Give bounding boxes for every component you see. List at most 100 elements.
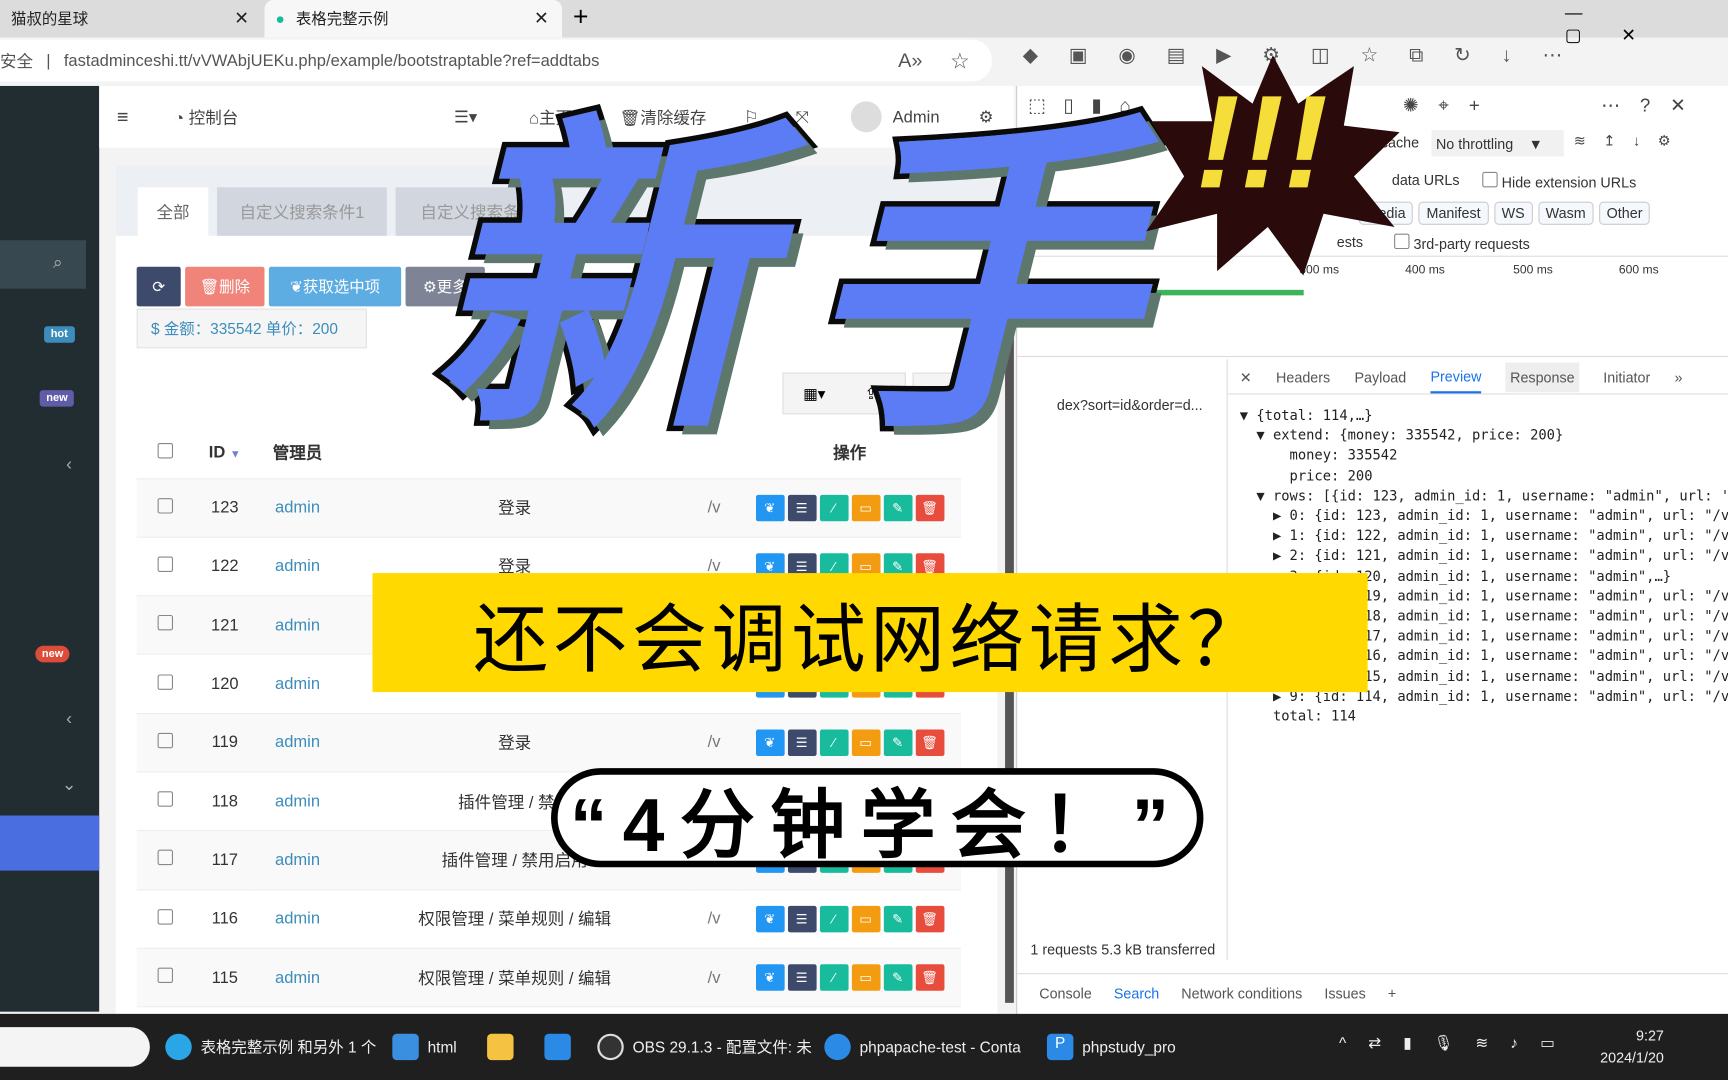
tab-preview[interactable]: Preview: [1430, 361, 1482, 394]
drawer-network-conditions[interactable]: Network conditions: [1181, 985, 1302, 1002]
read-aloud-icon[interactable]: A»: [898, 49, 922, 72]
json-line[interactable]: total: 114: [1240, 706, 1728, 726]
star-icon[interactable]: ☆: [950, 47, 970, 75]
close-icon[interactable]: ✕: [234, 8, 249, 30]
hide-data-urls[interactable]: data URLs: [1392, 172, 1460, 189]
action-button-2[interactable]: ⁄: [819, 905, 849, 933]
action-button-5[interactable]: 🗑: [915, 729, 944, 756]
json-line[interactable]: ▼ extend: {money: 335542, price: 200}: [1240, 426, 1728, 446]
row-select[interactable]: [136, 478, 194, 538]
action-button-2[interactable]: ⁄: [819, 964, 849, 991]
action-button-0[interactable]: ❦: [755, 494, 785, 521]
system-tray[interactable]: ^⇄▮🎙≋♪▭: [1339, 1034, 1577, 1053]
folder-icon[interactable]: [487, 1033, 514, 1061]
cell-admin[interactable]: admin: [255, 889, 340, 949]
checkbox[interactable]: [157, 556, 174, 572]
drawer-console[interactable]: Console: [1039, 985, 1092, 1002]
row-select[interactable]: [136, 948, 194, 1008]
action-button-2[interactable]: ⁄: [819, 494, 849, 521]
filter-ws[interactable]: WS: [1493, 201, 1533, 225]
third-party-requests[interactable]: 3rd-party requests: [1394, 233, 1530, 252]
browser-tab-active[interactable]: ● 表格完整示例 ✕: [264, 0, 563, 38]
checkbox[interactable]: [157, 967, 174, 984]
action-button-1[interactable]: ☰: [787, 494, 817, 521]
tab-custom-search-1[interactable]: 自定义搜索条件1: [217, 187, 387, 236]
checkbox[interactable]: [157, 442, 174, 459]
taskbar-item-html[interactable]: html: [392, 1033, 457, 1061]
cell-admin[interactable]: admin: [255, 771, 340, 832]
browser-tab[interactable]: 猫叔的星球 ✕: [0, 0, 263, 38]
checkbox[interactable]: [157, 673, 174, 690]
url-text[interactable]: fastadminceshi.tt/vVWAbjUEKu.php/example…: [64, 51, 600, 70]
col-id[interactable]: ID ▼: [193, 427, 256, 479]
col-admin[interactable]: 管理员: [255, 427, 340, 479]
action-button-0[interactable]: ❦: [755, 905, 785, 933]
devtools-tools-icons[interactable]: ✺⌖+: [1403, 95, 1500, 117]
select-all[interactable]: [136, 427, 194, 479]
table-row[interactable]: 116 admin 权限管理 / 菜单规则 / 编辑 /v ❦ ☰ ⁄ ▭ ✎ 🗑: [136, 889, 961, 949]
drawer-issues[interactable]: Issues: [1324, 985, 1365, 1002]
checkbox[interactable]: [1394, 233, 1410, 250]
table-row[interactable]: 123 admin 登录 /v ❦ ☰ ⁄ ▭ ✎ 🗑: [136, 478, 961, 538]
more-tabs-icon[interactable]: »: [1675, 369, 1683, 386]
action-button-3[interactable]: ▭: [851, 964, 880, 991]
json-line[interactable]: ▶ 1: {id: 122, admin_id: 1, username: "a…: [1240, 526, 1728, 546]
action-button-4[interactable]: ✎: [883, 905, 912, 933]
tab-response[interactable]: Response: [1505, 362, 1580, 393]
cell-admin[interactable]: admin: [255, 948, 340, 1008]
action-button-0[interactable]: ❦: [755, 729, 785, 756]
action-button-4[interactable]: ✎: [883, 729, 912, 756]
chevron-down-icon[interactable]: ⌄: [62, 774, 77, 796]
filter-wasm[interactable]: Wasm: [1537, 201, 1594, 225]
clock[interactable]: 9:27 2024/1/20: [1600, 1025, 1664, 1069]
nav-dashboard[interactable]: ◔ 控制台: [174, 105, 238, 128]
action-button-3[interactable]: ▭: [851, 905, 880, 933]
json-line[interactable]: ▶ 0: {id: 123, admin_id: 1, username: "a…: [1240, 506, 1728, 526]
checkbox[interactable]: [157, 908, 174, 925]
json-line[interactable]: ▼ rows: [{id: 123, admin_id: 1, username…: [1240, 486, 1728, 506]
row-select[interactable]: [136, 771, 194, 832]
action-button-4[interactable]: ✎: [883, 494, 912, 521]
action-button-1[interactable]: ☰: [787, 729, 817, 756]
taskbar-search[interactable]: [0, 1027, 150, 1067]
network-icons[interactable]: ≋↥↓⚙: [1574, 132, 1689, 150]
delete-button[interactable]: 🗑 删除: [185, 266, 265, 307]
row-select[interactable]: [136, 830, 194, 890]
tab-all[interactable]: 全部: [137, 187, 209, 236]
refresh-button[interactable]: ⟳: [136, 266, 181, 307]
throttling-select[interactable]: No throttling ▼: [1431, 130, 1564, 157]
taskbar-item-obs[interactable]: OBS 29.1.3 - 配置文件: 未: [597, 1033, 812, 1061]
sidebar-item-active[interactable]: [0, 815, 100, 871]
action-button-3[interactable]: ▭: [851, 494, 880, 521]
checkbox[interactable]: [157, 615, 174, 631]
chevron-left-icon[interactable]: ‹: [66, 455, 72, 475]
chevron-left-icon[interactable]: ‹: [66, 710, 72, 730]
cell-admin[interactable]: admin: [255, 478, 340, 538]
row-select[interactable]: [136, 595, 194, 656]
cell-admin[interactable]: admin: [255, 654, 340, 714]
tab-initiator[interactable]: Initiator: [1603, 369, 1650, 386]
checkbox[interactable]: [157, 791, 174, 807]
tab-headers[interactable]: Headers: [1276, 369, 1330, 386]
taskbar-item-phpstudy[interactable]: Pphpstudy_pro: [1046, 1033, 1176, 1061]
tab-payload[interactable]: Payload: [1354, 369, 1406, 386]
cell-admin[interactable]: admin: [255, 595, 340, 656]
action-button-1[interactable]: ☰: [787, 905, 817, 933]
sidebar-search[interactable]: ⌕: [0, 240, 86, 289]
action-button-5[interactable]: 🗑: [915, 964, 944, 991]
row-select[interactable]: [136, 537, 194, 597]
checkbox[interactable]: [157, 497, 174, 514]
row-select[interactable]: [136, 713, 194, 773]
cell-admin[interactable]: admin: [255, 830, 340, 890]
hide-extension-urls[interactable]: Hide extension URLs: [1482, 171, 1636, 191]
action-button-5[interactable]: 🗑: [915, 494, 944, 521]
action-button-0[interactable]: ❦: [755, 964, 785, 991]
action-button-5[interactable]: 🗑: [915, 905, 944, 933]
get-selected-button[interactable]: ❦ 获取选中项: [268, 266, 402, 307]
address-bar[interactable]: 安全 | fastadminceshi.tt/vVWAbjUEKu.php/exa…: [0, 39, 992, 82]
taskbar-item-docker[interactable]: phpapache-test - Conta: [824, 1033, 1021, 1061]
taskbar-item-edge[interactable]: 表格完整示例 和另外 1 个: [165, 1033, 376, 1061]
checkbox[interactable]: [157, 732, 174, 749]
new-tab-button[interactable]: +: [573, 2, 588, 33]
action-button-3[interactable]: ▭: [851, 729, 880, 756]
